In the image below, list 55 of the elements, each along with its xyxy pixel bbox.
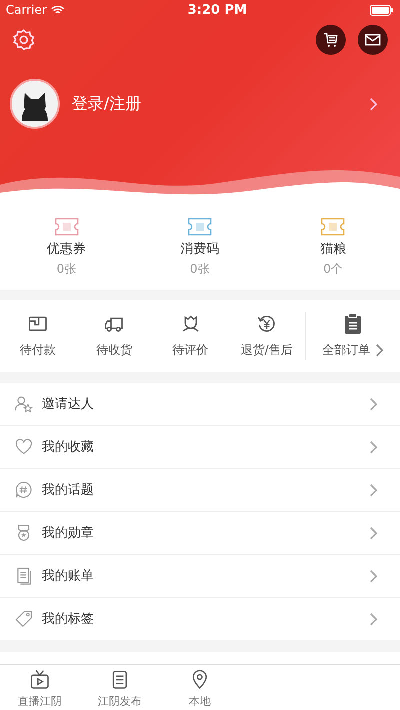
tab-bar-item[interactable]: 江阴发布: [80, 665, 160, 710]
people-icon: [14, 394, 34, 414]
ticket-icon: [54, 217, 80, 237]
chevron-right-icon: [370, 98, 378, 110]
wallet-label[interactable]: 优惠券: [47, 240, 86, 258]
carrier-label: Carrier: [6, 3, 48, 17]
chevron-right-icon: [370, 440, 378, 454]
mail-button[interactable]: [358, 25, 388, 55]
wallet-label[interactable]: 消费码: [180, 240, 220, 258]
chevron-right-icon: [370, 484, 378, 496]
all-orders-link[interactable]: 全部订单: [322, 342, 384, 359]
wifi-icon: [51, 5, 66, 15]
avatar[interactable]: [10, 79, 60, 129]
mail-icon: [365, 33, 381, 47]
refund-icon: [256, 313, 278, 335]
settings-icon[interactable]: [12, 28, 36, 52]
wallet-label[interactable]: 猫粮: [320, 240, 346, 258]
ticket-icon: [186, 217, 213, 237]
chevron-right-icon: [370, 570, 378, 582]
tab-bar-item[interactable]: 直播江阴: [0, 665, 80, 710]
heart-icon: [14, 437, 34, 457]
chevron-right-icon: [370, 612, 378, 626]
menu-label: 我的账单: [42, 568, 95, 585]
wallet-count: 0个: [324, 261, 344, 278]
menu-row[interactable]: 我的收藏: [0, 426, 400, 469]
ticket-icon: [320, 217, 346, 237]
order-status-label[interactable]: 待收货: [96, 342, 132, 359]
menu-label: 我的话题: [42, 482, 95, 499]
menu-label: 我的标签: [42, 611, 95, 628]
tab-bar-item[interactable]: 本地: [160, 665, 240, 710]
wallet-count: 0张: [56, 261, 76, 278]
tv-icon: [29, 668, 51, 690]
chevron-right-icon: [370, 526, 378, 540]
login-register-link[interactable]: 登录/注册: [72, 94, 358, 114]
tag-icon: [14, 609, 34, 629]
order-status-label[interactable]: 待付款: [20, 342, 56, 359]
status-time: 3:20 PM: [188, 2, 248, 18]
menu-row[interactable]: 邀请达人: [0, 383, 400, 426]
menu-row[interactable]: 我的标签: [0, 598, 400, 640]
menu-label: 我的勋章: [42, 525, 95, 542]
cart-icon: [323, 32, 339, 48]
chevron-right-icon: [370, 398, 378, 410]
menu-row[interactable]: 我的账单: [0, 555, 400, 598]
battery-icon: [370, 4, 394, 16]
order-status-label[interactable]: 待评价: [172, 342, 209, 359]
order-status-label[interactable]: 退货/售后: [240, 342, 293, 359]
clipboard-icon: [344, 313, 362, 335]
chevron-right-icon: [376, 344, 384, 357]
hashtag-icon: [14, 480, 34, 500]
wallet-count: 0张: [190, 261, 210, 278]
menu-label: 我的收藏: [42, 439, 95, 456]
menu-row[interactable]: 我的话题: [0, 469, 400, 512]
cart-button[interactable]: [316, 25, 346, 55]
menu-row[interactable]: 我的勋章: [0, 512, 400, 555]
menu-label: 邀请达人: [42, 396, 95, 413]
